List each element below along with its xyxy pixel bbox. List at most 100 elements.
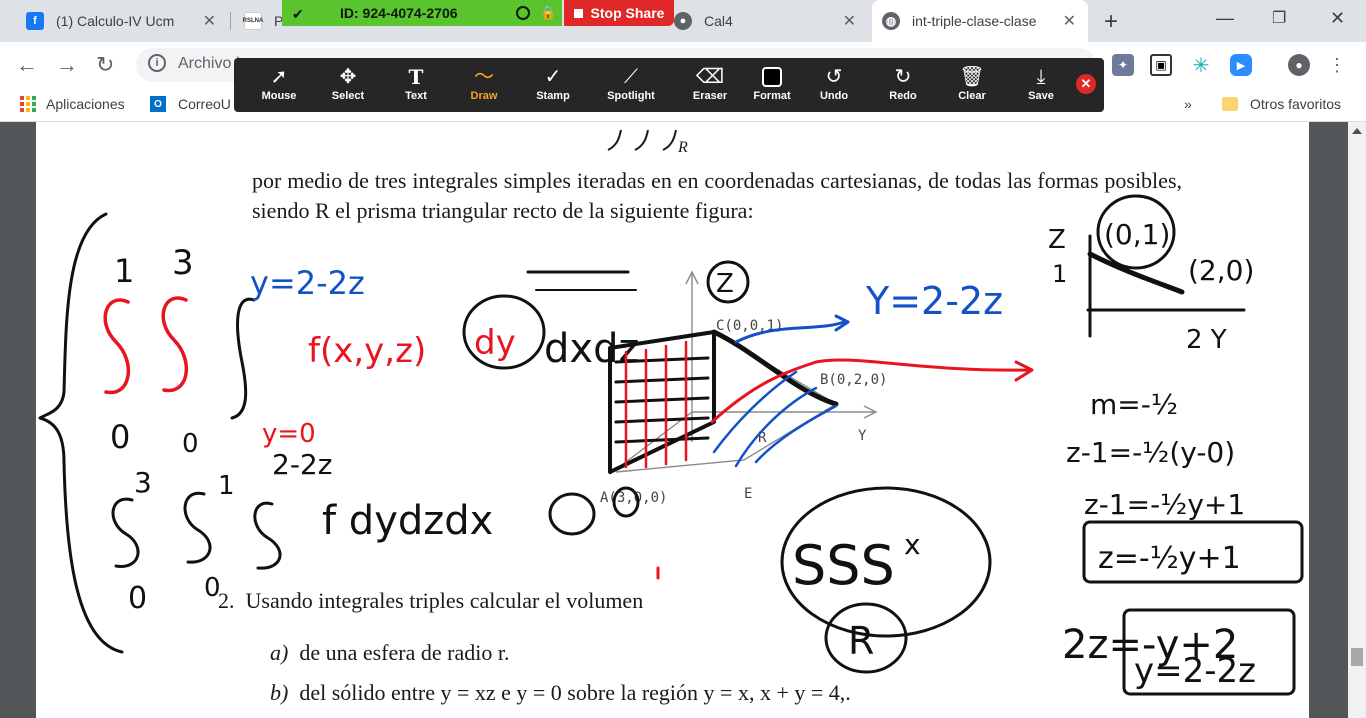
shield-check-icon: ✔: [292, 6, 304, 22]
redo-icon: ↻: [894, 66, 912, 88]
kebab-menu-icon[interactable]: ⋮: [1326, 54, 1348, 76]
move-icon: ✥: [339, 66, 357, 88]
apps-grid-icon: [20, 96, 36, 112]
text-icon: T: [408, 65, 424, 89]
puzzle-extension-icon[interactable]: ✦: [1112, 54, 1134, 76]
tool-eraser[interactable]: ⌫ Eraser: [675, 64, 745, 108]
stop-share-label: Stop Share: [590, 5, 665, 21]
tool-label: Draw: [470, 90, 498, 102]
item-label: a): [270, 640, 289, 665]
info-icon[interactable]: i: [148, 54, 166, 72]
screenshot-extension-icon[interactable]: ▣: [1150, 54, 1172, 76]
address-text: Archivo |: [178, 55, 240, 72]
tool-text[interactable]: T Text: [381, 64, 451, 108]
record-icon[interactable]: [516, 6, 530, 20]
tool-save[interactable]: ⤓ Save: [1006, 64, 1076, 108]
tool-label: Mouse: [261, 90, 297, 102]
wave-draw-icon: 〜: [474, 66, 494, 88]
tool-label: Format: [753, 90, 791, 102]
tool-clear[interactable]: 🗑 Clear: [937, 64, 1007, 108]
label-e: E: [744, 486, 752, 502]
stop-square-icon: [573, 8, 583, 18]
item-text: de una esfera de radio r.: [299, 640, 510, 665]
label-a: A(3,0,0): [600, 490, 667, 506]
bookmark-label: Aplicaciones: [46, 96, 125, 112]
scroll-up-arrow-icon[interactable]: [1352, 128, 1362, 134]
github-icon: ●: [674, 12, 692, 30]
folder-icon: [1222, 97, 1238, 111]
new-tab-button[interactable]: +: [1104, 8, 1118, 36]
globe-icon: ◍: [882, 12, 900, 30]
question-2: 2. Usando integrales triples calcular el…: [218, 588, 643, 614]
asterisk-extension-icon[interactable]: ✳: [1190, 54, 1212, 77]
close-annotation-icon[interactable]: ✕: [1076, 74, 1096, 94]
label-b: B(0,2,0): [820, 372, 887, 388]
tab-calculo-facebook[interactable]: f (1) Calculo-IV Ucm ✕: [16, 0, 228, 42]
tool-label: Clear: [958, 90, 986, 102]
tab-p[interactable]: RSLNA P: [234, 0, 284, 42]
tool-label: Text: [405, 90, 427, 102]
restore-icon[interactable]: ❐: [1272, 8, 1286, 28]
tool-label: Eraser: [692, 90, 728, 102]
back-arrow-icon[interactable]: ←: [16, 52, 38, 78]
overflow-chevron: »: [1184, 96, 1192, 112]
site-icon: RSLNA: [243, 12, 263, 30]
tab-cal4[interactable]: ● Cal4 ✕: [664, 0, 868, 42]
eraser-icon: ⌫: [695, 66, 725, 88]
undo-icon: ↺: [825, 66, 843, 88]
tool-draw[interactable]: 〜 Draw: [449, 64, 519, 108]
label-c: C(0,0,1): [716, 318, 783, 334]
bookmark-apps[interactable]: Aplicaciones: [20, 96, 125, 112]
question-number: 2.: [218, 588, 235, 613]
zoom-share-banner[interactable]: ✔ ID: 924-4074-2706 🔒: [282, 0, 562, 26]
tab-title: int-triple-clase-clase: [912, 13, 1037, 29]
tool-stamp[interactable]: ✓ Stamp: [518, 64, 588, 108]
tool-label: Redo: [889, 90, 917, 102]
item-text: del sólido entre y = xz e y = 0 sobre la…: [299, 680, 851, 705]
tool-undo[interactable]: ↺ Undo: [799, 64, 869, 108]
x-axis-line: [609, 411, 693, 475]
tool-label: Save: [1028, 90, 1054, 102]
label-y-axis: Y: [858, 428, 867, 444]
close-icon[interactable]: ✕: [1063, 11, 1076, 31]
facebook-icon: f: [26, 12, 44, 30]
bookmark-otros-favoritos[interactable]: Otros favoritos: [1222, 96, 1341, 112]
window-close-icon[interactable]: ✕: [1330, 8, 1345, 29]
tool-label: Stamp: [536, 90, 570, 102]
scroll-thumb[interactable]: [1351, 648, 1363, 666]
wand-icon: ⟋: [624, 66, 638, 88]
reload-icon[interactable]: ↻: [96, 52, 114, 78]
tool-redo[interactable]: ↻ Redo: [868, 64, 938, 108]
bookmark-correo[interactable]: O CorreoU: [150, 96, 231, 112]
question-text: Usando integrales triples calcular el vo…: [245, 588, 644, 613]
tab-int-triple[interactable]: ◍ int-triple-clase-clase ✕: [872, 0, 1088, 42]
outlook-icon: O: [150, 96, 166, 112]
label-r: R: [758, 430, 767, 446]
tab-title: (1) Calculo-IV Ucm: [56, 13, 175, 29]
tool-format[interactable]: Format: [737, 64, 807, 108]
check-stamp-icon: ✓: [544, 66, 562, 88]
stop-share-button[interactable]: Stop Share: [564, 0, 674, 26]
bookmarks-overflow-button[interactable]: »: [1184, 96, 1192, 112]
tool-spotlight[interactable]: ⟋ Spotlight: [596, 64, 666, 108]
close-icon[interactable]: ✕: [843, 11, 856, 31]
trash-icon: 🗑: [959, 66, 985, 88]
annotation-toolbar: ➚ Mouse ✥ Select T Text 〜 Draw ✓ Stamp ⟋…: [234, 58, 1104, 112]
integral-header: [607, 129, 677, 151]
close-icon[interactable]: ✕: [203, 11, 216, 31]
bookmark-label: CorreoU: [178, 96, 231, 112]
forward-arrow-icon[interactable]: →: [56, 52, 78, 78]
tool-label: Spotlight: [607, 90, 655, 102]
profile-avatar-icon[interactable]: ●: [1288, 54, 1310, 76]
tab-separator: [230, 12, 231, 30]
bookmark-label: Otros favoritos: [1250, 96, 1342, 112]
tool-select[interactable]: ✥ Select: [313, 64, 383, 108]
minimize-icon[interactable]: —: [1216, 8, 1234, 29]
tool-mouse[interactable]: ➚ Mouse: [244, 64, 314, 108]
tab-title: Cal4: [704, 13, 733, 29]
meeting-id: ID: 924-4074-2706: [340, 5, 458, 21]
zoom-extension-icon[interactable]: ▶: [1230, 54, 1252, 76]
lock-icon: 🔒: [540, 5, 557, 20]
download-save-icon: ⤓: [1036, 66, 1046, 88]
vertical-scrollbar[interactable]: [1348, 122, 1366, 718]
